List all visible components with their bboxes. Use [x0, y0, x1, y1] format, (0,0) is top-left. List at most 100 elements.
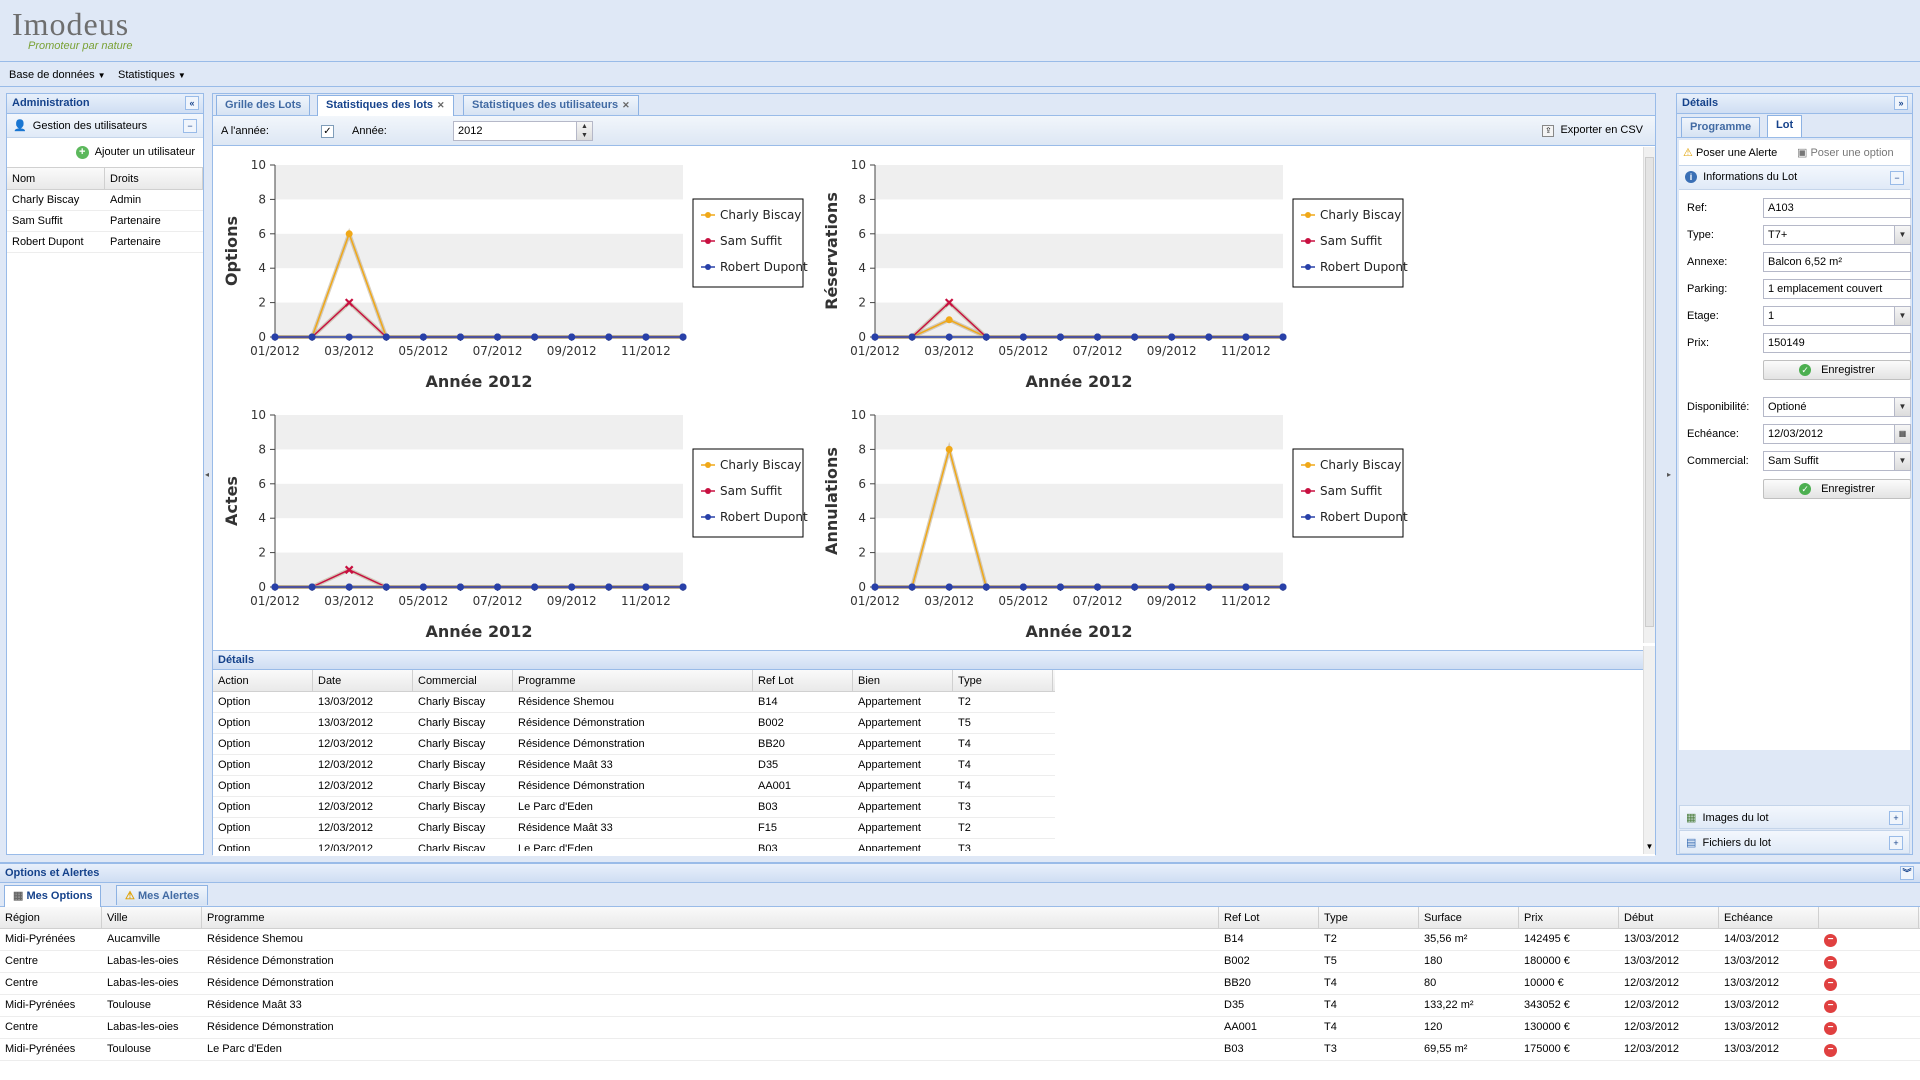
table-cell: 120 — [1424, 1021, 1443, 1033]
tab-mes-alertes[interactable]: ⚠ Mes Alertes — [116, 885, 209, 905]
expand-icon[interactable]: + — [1889, 811, 1903, 825]
collapse-right-icon[interactable]: » — [1894, 96, 1908, 110]
close-icon[interactable]: ✕ — [437, 100, 445, 110]
column-header[interactable]: Programme — [202, 907, 1219, 928]
column-header[interactable]: Action — [213, 670, 313, 691]
add-user-button[interactable]: + Ajouter un utilisateur — [75, 146, 195, 159]
menu-statistiques[interactable]: Statistiques ▼ — [118, 69, 186, 81]
collapse-left-icon[interactable]: « — [185, 96, 199, 110]
calendar-icon[interactable]: ▦ — [1894, 425, 1910, 443]
column-header[interactable]: Type — [1319, 907, 1419, 928]
combo-field[interactable]: 12/03/2012 ▦ — [1763, 424, 1911, 444]
table-row[interactable]: Midi-Pyrénées Aucamville Résidence Shemou B… — [0, 929, 1920, 951]
column-header[interactable]: Prix — [1519, 907, 1619, 928]
lot-info-header[interactable]: i Informations du Lot − — [1679, 166, 1910, 190]
dropdown-arrow-icon[interactable]: ▼ — [1894, 452, 1910, 470]
grid-band — [875, 165, 1283, 200]
delete-icon[interactable]: − — [1824, 1000, 1837, 1013]
dropdown-arrow-icon[interactable]: ▼ — [1894, 226, 1910, 244]
delete-icon[interactable]: − — [1824, 934, 1837, 947]
column-header[interactable]: Région — [0, 907, 102, 928]
details-scrollbar[interactable]: ▼ — [1643, 646, 1655, 854]
column-header[interactable]: Surface — [1419, 907, 1519, 928]
collapse-bottom-icon[interactable]: ︾ — [1900, 866, 1914, 880]
tab-statistiques-des-utilisateurs[interactable]: Statistiques des utilisateurs ✕ — [463, 95, 639, 115]
column-header[interactable]: Début — [1619, 907, 1719, 928]
section-header[interactable]: 👤 Gestion des utilisateurs − — [7, 114, 203, 138]
table-row[interactable]: Option 12/03/2012 Charly Biscay Résidence D… — [213, 776, 1055, 797]
alert-button[interactable]: ⚠ Poser une Alerte — [1683, 146, 1777, 159]
column-header[interactable]: Droits — [105, 168, 203, 189]
data-point — [419, 583, 427, 591]
scrollbar-thumb[interactable] — [1645, 157, 1654, 627]
delete-icon[interactable]: − — [1824, 956, 1837, 969]
table-row[interactable]: Charly Biscay Admin — [7, 190, 203, 211]
spinner-arrows-icon[interactable]: ▲ ▼ — [576, 122, 592, 140]
column-header[interactable]: Ref Lot — [1219, 907, 1319, 928]
tab-grille-des-lots[interactable]: Grille des Lots — [216, 95, 311, 115]
year-spinner[interactable]: 2012 ▲ ▼ — [453, 121, 593, 141]
table-row[interactable]: Option 12/03/2012 Charly Biscay Résidence M… — [213, 755, 1055, 776]
scroll-down-icon[interactable]: ▼ — [1644, 842, 1655, 854]
column-header[interactable]: Date — [313, 670, 413, 691]
close-icon[interactable]: ✕ — [622, 100, 630, 110]
column-header[interactable]: Type — [953, 670, 1053, 691]
column-header[interactable]: Commercial — [413, 670, 513, 691]
column-header[interactable]: Echéance — [1719, 907, 1819, 928]
table-row[interactable]: Centre Labas-les-oies Résidence Démonstrat… — [0, 951, 1920, 973]
delete-icon[interactable]: − — [1824, 1044, 1837, 1057]
save-button[interactable]: ✓ Enregistrer — [1763, 360, 1911, 380]
table-row[interactable]: Option 13/03/2012 Charly Biscay Résidence D… — [213, 713, 1055, 734]
minimize-icon[interactable]: − — [183, 119, 197, 133]
per-year-checkbox[interactable]: ✓ — [321, 125, 334, 138]
collapse-left-handle[interactable]: ◂ — [205, 470, 211, 479]
table-cell: Charly Biscay — [418, 843, 486, 851]
text-field[interactable]: Balcon 6,52 m² — [1763, 252, 1911, 272]
field-label: Disponibilité: — [1687, 401, 1750, 413]
combo-field[interactable]: Optioné ▼ — [1763, 397, 1911, 417]
export-csv-button[interactable]: ⇪ Exporter en CSV — [1542, 124, 1643, 137]
tab-lot[interactable]: Lot — [1767, 115, 1803, 137]
table-row[interactable]: Sam Suffit Partenaire — [7, 211, 203, 232]
table-row[interactable]: Midi-Pyrénées Toulouse Résidence Maât 33 D3… — [0, 995, 1920, 1017]
delete-icon[interactable]: − — [1824, 978, 1837, 991]
table-row[interactable]: Midi-Pyrénées Toulouse Le Parc d'Eden B03 T3… — [0, 1039, 1920, 1061]
text-field[interactable]: A103 — [1763, 198, 1911, 218]
vertical-scrollbar[interactable] — [1643, 147, 1655, 643]
images-section[interactable]: ▦ Images du lot + — [1679, 805, 1910, 829]
dropdown-arrow-icon[interactable]: ▼ — [1894, 398, 1910, 416]
table-cell: Appartement — [858, 780, 921, 792]
column-header[interactable]: Nom — [7, 168, 105, 189]
collapse-right-handle[interactable]: ▸ — [1667, 470, 1673, 479]
files-section[interactable]: ▤ Fichiers du lot + — [1679, 830, 1910, 854]
table-row[interactable]: Option 13/03/2012 Charly Biscay Résidence S… — [213, 692, 1055, 713]
table-row[interactable]: Option 12/03/2012 Charly Biscay Le Parc d'E… — [213, 797, 1055, 818]
table-row[interactable]: Centre Labas-les-oies Résidence Démonstrat… — [0, 1017, 1920, 1039]
delete-icon[interactable]: − — [1824, 1022, 1837, 1035]
option-button[interactable]: ▣ Poser une option — [1797, 146, 1894, 159]
data-point — [679, 583, 687, 591]
expand-icon[interactable]: + — [1889, 836, 1903, 850]
minimize-icon[interactable]: − — [1890, 171, 1904, 185]
data-point — [1205, 333, 1213, 341]
table-row[interactable]: Option 12/03/2012 Charly Biscay Le Parc d'E… — [213, 839, 1055, 851]
combo-field[interactable]: 1 ▼ — [1763, 306, 1911, 326]
table-row[interactable]: Option 12/03/2012 Charly Biscay Résidence D… — [213, 734, 1055, 755]
column-header[interactable]: Bien — [853, 670, 953, 691]
save-commercial-button[interactable]: ✓ Enregistrer — [1763, 479, 1911, 499]
combo-field[interactable]: Sam Suffit ▼ — [1763, 451, 1911, 471]
combo-field[interactable]: T7+ ▼ — [1763, 225, 1911, 245]
menu-base-de-donnees[interactable]: Base de données ▼ — [9, 69, 106, 81]
table-row[interactable]: Option 12/03/2012 Charly Biscay Résidence M… — [213, 818, 1055, 839]
column-header[interactable]: Ville — [102, 907, 202, 928]
tab-programme[interactable]: Programme — [1681, 117, 1761, 137]
table-row[interactable]: Centre Labas-les-oies Résidence Démonstrat… — [0, 973, 1920, 995]
column-header[interactable]: Programme — [513, 670, 753, 691]
text-field[interactable]: 1 emplacement couvert — [1763, 279, 1911, 299]
table-row[interactable]: Robert Dupont Partenaire — [7, 232, 203, 253]
tab-statistiques-des-lots[interactable]: Statistiques des lots ✕ — [317, 95, 454, 117]
dropdown-arrow-icon[interactable]: ▼ — [1894, 307, 1910, 325]
tab-mes-options[interactable]: ▦ Mes Options — [4, 885, 102, 907]
column-header[interactable]: Ref Lot — [753, 670, 853, 691]
text-field[interactable]: 150149 — [1763, 333, 1911, 353]
